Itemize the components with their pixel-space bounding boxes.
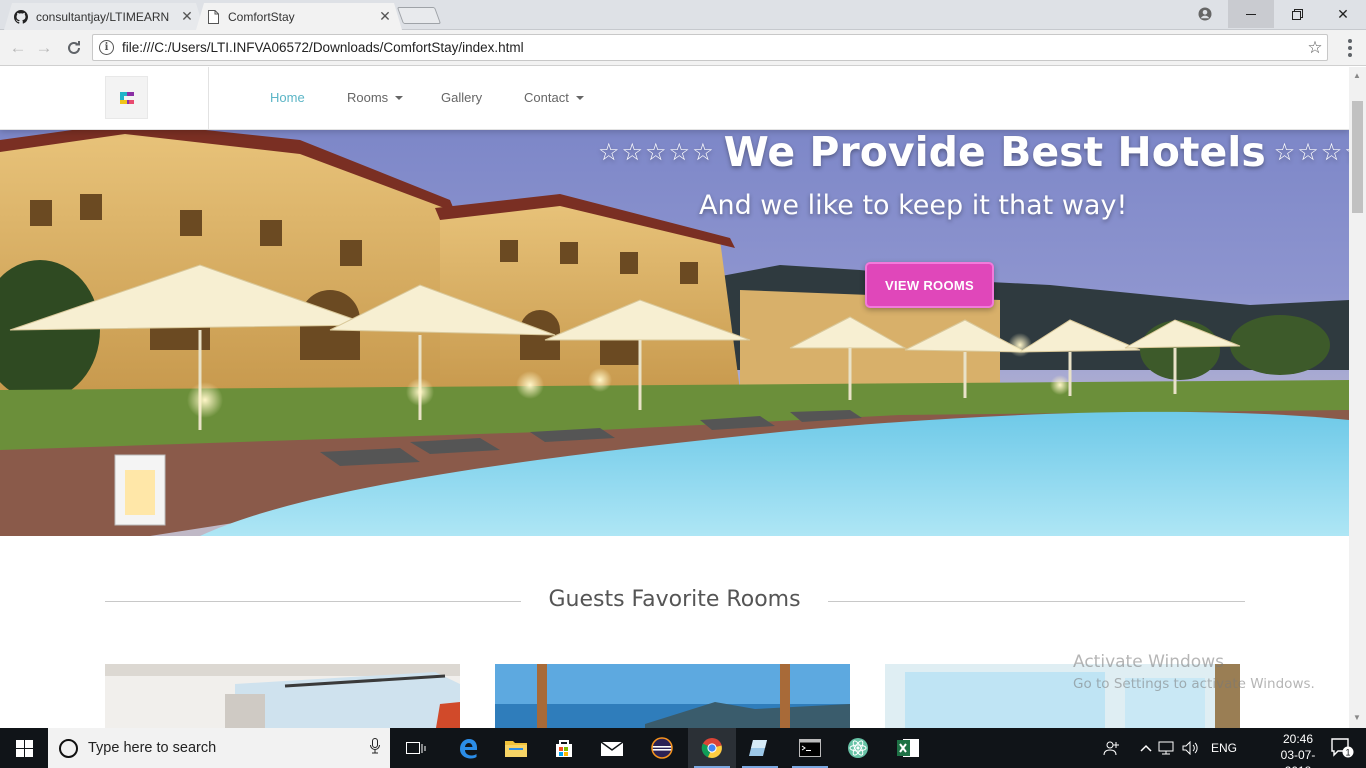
view-rooms-button[interactable]: VIEW ROOMS [865,262,994,308]
room-card[interactable] [105,664,460,728]
back-arrow-icon[interactable]: ← [6,36,30,60]
new-tab-button[interactable] [396,7,442,24]
browser-toolbar: ← → i file:///C:/Users/LTI.INFVA06572/Do… [0,30,1366,66]
stars-right-icon: ☆☆☆☆☆ [1273,138,1349,166]
watermark-line2: Go to Settings to activate Windows. [1073,676,1315,692]
logo[interactable] [105,76,148,119]
hero-title-text: We Provide Best Hotels [723,130,1266,176]
stars-left-icon: ☆☆☆☆☆ [598,138,716,166]
close-icon[interactable]: ✕ [180,8,194,25]
command-prompt-icon[interactable] [786,728,834,768]
taskbar-search-box[interactable]: Type here to search [48,728,390,768]
file-explorer-icon[interactable] [492,728,540,768]
excel-icon[interactable] [884,728,932,768]
url-text: file:///C:/Users/LTI.INFVA06572/Download… [122,40,524,55]
nav-home[interactable]: Home [270,90,305,105]
section-heading: Guests Favorite Rooms [0,587,1349,617]
scroll-up-icon[interactable]: ▲ [1353,71,1361,80]
menu-icon[interactable] [1340,36,1360,60]
notification-count: 1 [1345,748,1350,758]
minimize-button[interactable] [1228,0,1274,28]
volume-icon[interactable] [1180,728,1202,768]
eclipse-icon[interactable] [638,728,686,768]
address-bar[interactable]: i file:///C:/Users/LTI.INFVA06572/Downlo… [92,34,1328,61]
browser-tab-strip: consultantjay/LTIMEARN ✕ ComfortStay ✕ ✕ [0,0,1366,30]
tab-github[interactable]: consultantjay/LTIMEARN ✕ [4,3,204,30]
profile-icon[interactable] [1182,0,1228,28]
close-icon[interactable]: ✕ [378,8,392,25]
room-image [105,664,460,728]
nav-contact-label: Contact [524,90,569,105]
notes-app-icon[interactable] [736,728,784,768]
caret-down-icon [395,96,404,100]
nav-home-label: Home [270,90,305,105]
nav-rooms-label: Rooms [347,90,389,105]
cortana-icon [59,738,78,758]
page-scrollbar[interactable]: ▲ ▼ [1349,67,1366,728]
chevron-up-icon[interactable] [1136,728,1156,768]
windows-taskbar: Type here to search ENG 20:46 03-07- 1 [0,728,1366,768]
hero-banner: ☆☆☆☆☆ We Provide Best Hotels ☆☆☆☆☆ And w… [0,130,1349,536]
site-navbar: Home Rooms Gallery Contact [0,67,1349,130]
watermark-line1: Activate Windows [1073,652,1224,672]
reload-icon[interactable] [62,36,86,60]
page-viewport: Home Rooms Gallery Contact ☆☆☆☆☆ We Prov… [0,67,1349,728]
tab-comfortstay[interactable]: ComfortStay ✕ [196,3,402,30]
nav-divider [208,67,209,130]
people-icon[interactable] [1098,728,1126,768]
edge-browser-icon[interactable] [444,728,492,768]
store-icon[interactable] [540,728,588,768]
hero-title: ☆☆☆☆☆ We Provide Best Hotels ☆☆☆☆☆ [598,130,1349,176]
nav-rooms[interactable]: Rooms [347,90,404,105]
search-placeholder: Type here to search [88,740,217,756]
task-view-icon[interactable] [392,728,440,768]
hero-image [0,130,1349,536]
section-title-text: Guests Favorite Rooms [548,587,801,612]
bookmark-star-icon[interactable]: ☆ [1303,38,1327,58]
forward-arrow-icon[interactable]: → [32,36,56,60]
caret-down-icon [575,96,584,100]
close-window-button[interactable]: ✕ [1320,0,1366,28]
microphone-icon[interactable] [360,738,390,758]
chrome-icon[interactable] [688,728,736,768]
scroll-down-icon[interactable]: ▼ [1353,713,1361,722]
nav-contact[interactable]: Contact [524,90,584,105]
restore-button[interactable] [1274,0,1320,28]
room-image [495,664,850,728]
atom-icon[interactable] [834,728,882,768]
language-indicator[interactable]: ENG [1206,728,1242,768]
tab-label: ComfortStay [228,9,295,24]
activate-windows-watermark: Activate Windows Go to Settings to activ… [1073,652,1315,692]
github-icon [14,10,28,24]
info-icon[interactable]: i [99,40,114,55]
network-icon[interactable] [1156,728,1178,768]
windows-start-icon[interactable] [0,728,48,768]
action-center-icon[interactable]: 1 [1318,728,1366,768]
tab-label: consultantjay/LTIMEARN [36,9,170,24]
nav-gallery-label: Gallery [441,90,483,105]
hero-subtitle: And we like to keep it that way! [699,190,1128,221]
page-icon [206,10,220,24]
room-card[interactable] [495,664,850,728]
scrollbar-thumb[interactable] [1352,101,1363,213]
mail-icon[interactable] [588,728,636,768]
nav-gallery[interactable]: Gallery [441,90,482,105]
